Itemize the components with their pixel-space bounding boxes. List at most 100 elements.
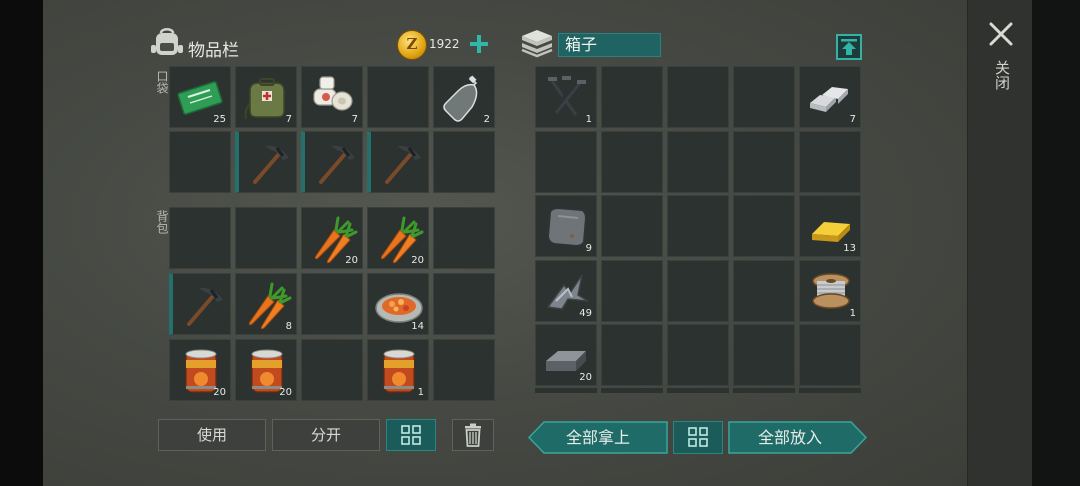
box-slot[interactable] [667,324,729,386]
box-slot[interactable] [601,195,663,257]
box-slot[interactable] [667,259,729,322]
backpack-slot[interactable] [235,207,297,269]
item-quantity: 20 [411,255,424,266]
delete-button[interactable] [452,419,494,451]
add-coins-button[interactable] [468,33,490,55]
box-slot[interactable]: 7 [799,66,861,128]
box-slot[interactable] [733,66,795,128]
box-slot[interactable] [601,259,663,322]
box-slot[interactable] [667,66,729,128]
pickaxe-icon [179,280,229,330]
box-slot[interactable] [733,324,795,386]
box-slot[interactable]: 13 [799,195,861,257]
pickaxe-icon [245,138,295,188]
put-all-button[interactable]: 全部放入 [728,421,867,454]
backpack-slot[interactable] [169,273,231,335]
box-next-row-hint [733,388,795,393]
backpack-slot[interactable] [433,339,495,401]
box-slot[interactable]: 9 [535,195,597,257]
box-next-row-hint [601,388,663,393]
box-slot[interactable] [733,195,795,257]
trash-icon [465,423,481,447]
item-quantity: 9 [585,243,592,254]
pocket-slot[interactable] [367,131,429,193]
box-slot[interactable] [601,324,663,386]
backpack-slot[interactable]: 20 [367,207,429,269]
backpack-slot[interactable] [433,207,495,269]
item-quantity: 14 [411,321,424,332]
box-slot[interactable] [535,130,597,193]
backpack-slot[interactable] [433,273,495,335]
pocket-slot[interactable] [367,66,429,128]
use-button[interactable]: 使用 [158,419,266,451]
box-slot[interactable] [733,259,795,322]
box-next-row-hint [535,388,597,393]
backpack-slot[interactable]: 14 [367,273,429,335]
carrot-icon [242,280,292,330]
item-quantity: 20 [345,255,358,266]
backpack-slot[interactable]: 20 [301,207,363,269]
box-slot[interactable] [601,66,663,128]
screen-bezel-right [1032,0,1080,486]
box-slot[interactable]: 1 [535,66,597,128]
box-slot[interactable]: 49 [535,259,597,322]
pocket-slot[interactable] [169,131,231,193]
backpack-label: 背包 [155,210,169,234]
item-quantity: 1 [417,387,424,398]
box-next-row-hint [667,388,729,393]
bandage-icon [308,73,358,123]
pickaxe-icon [311,138,361,188]
backpack-slot[interactable]: 8 [235,273,297,335]
close-icon[interactable] [987,20,1015,48]
box-stack-icon [521,30,553,58]
pickaxe-icon [377,138,427,188]
pocket-slot[interactable] [433,131,495,193]
box-slot[interactable]: 1 [799,259,861,322]
pocket-slot[interactable]: 7 [301,66,363,128]
close-label[interactable]: 关闭 [990,60,1011,90]
box-slot[interactable] [799,324,861,386]
arrow-up-icon [841,39,857,55]
iron-plate-icon [542,202,592,252]
box-next-row-hint [799,388,861,393]
pocket-slot[interactable]: 2 [433,66,495,128]
box-slot[interactable] [601,130,663,193]
item-quantity: 13 [843,243,856,254]
item-quantity: 25 [213,114,226,125]
item-quantity: 49 [579,307,592,319]
pocket-label: 口袋 [155,70,169,94]
pocket-slot[interactable]: 25 [169,66,231,128]
box-slot[interactable] [733,130,795,193]
backpack-slot[interactable]: 20 [235,339,297,401]
item-quantity: 1 [849,307,856,319]
nails-icon [542,73,592,123]
split-button[interactable]: 分开 [272,419,380,451]
grid-icon [401,425,421,445]
box-slot[interactable] [799,130,861,193]
take-all-label: 全部拿上 [565,428,630,447]
backpack-slot[interactable] [169,207,231,269]
backpack-slot[interactable] [301,339,363,401]
item-quantity: 1 [585,114,592,125]
grid-icon [688,427,708,447]
sort-box-button[interactable] [673,421,723,454]
box-upload-button[interactable] [836,34,862,60]
item-quantity: 20 [579,372,592,383]
silver-ingots-icon [806,73,856,123]
pocket-slot[interactable] [301,131,363,193]
backpack-slot[interactable]: 1 [367,339,429,401]
take-all-button[interactable]: 全部拿上 [528,421,668,454]
box-slot[interactable] [667,130,729,193]
canned-food-icon [374,346,424,396]
box-slot[interactable]: 20 [535,324,597,386]
box-title: 箱子 [558,33,661,57]
backpack-slot[interactable]: 20 [169,339,231,401]
item-quantity: 20 [279,387,292,398]
pocket-slot[interactable] [235,131,297,193]
pocket-slot[interactable]: 7 [235,66,297,128]
box-slot[interactable] [667,195,729,257]
sort-inventory-button[interactable] [386,419,436,451]
coin-count: 1922 [429,37,460,51]
backpack-slot[interactable] [301,273,363,335]
coin-icon: Z [397,30,427,60]
